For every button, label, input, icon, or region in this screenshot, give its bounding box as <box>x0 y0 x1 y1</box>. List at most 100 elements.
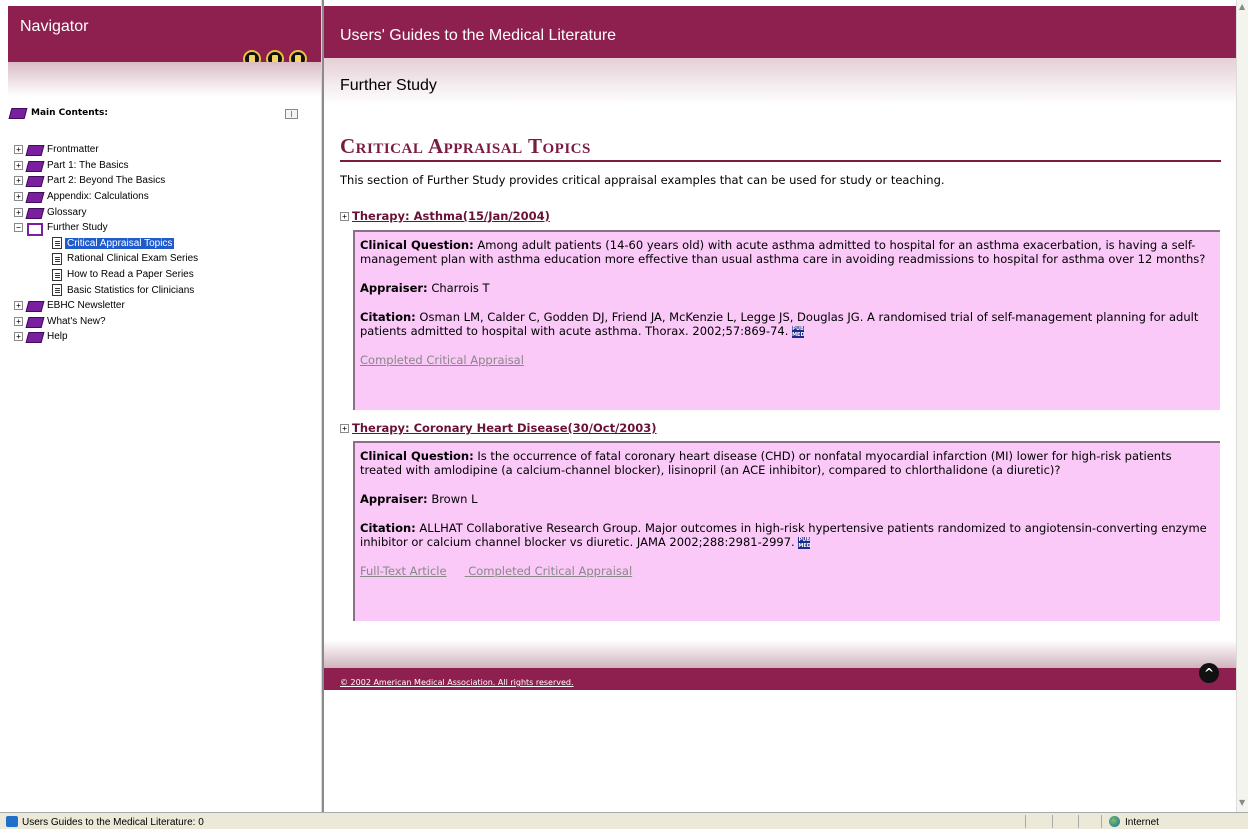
navigator-gradient <box>8 62 321 96</box>
expand-icon[interactable]: + <box>14 207 23 217</box>
pubmed-icon[interactable]: PUB MED <box>798 537 811 549</box>
book-icon <box>27 191 42 202</box>
page-icon <box>52 237 62 250</box>
tree-item-label[interactable]: Basic Statistics for Clinicians <box>65 285 196 296</box>
citation: Citation: Osman LM, Calder C, Godden DJ,… <box>360 310 1214 338</box>
expand-icon[interactable]: + <box>14 160 23 170</box>
section-band <box>324 58 1237 104</box>
appraiser: Appraiser: Charrois T <box>360 281 1214 295</box>
topic-link[interactable]: Therapy: Asthma(15/Jan/2004) <box>352 209 550 223</box>
tree-item-label[interactable]: How to Read a Paper Series <box>65 269 196 280</box>
security-zone-label: Internet <box>1125 817 1159 828</box>
tree-item-help[interactable]: + Help <box>14 329 200 345</box>
heading-divider <box>340 160 1221 162</box>
completed-appraisal-link[interactable]: Completed Critical Appraisal <box>360 353 524 367</box>
tree-item-frontmatter[interactable]: + Frontmatter <box>14 142 200 158</box>
intro-text: This section of Further Study provides c… <box>340 173 945 187</box>
footer: © 2002 American Medical Association. All… <box>324 668 1237 690</box>
tree-item-label[interactable]: Frontmatter <box>45 144 101 155</box>
internet-globe-icon <box>1109 816 1120 827</box>
tree-item-basic-statistics[interactable]: Basic Statistics for Clinicians <box>14 282 200 298</box>
page-icon <box>52 268 62 281</box>
field-label: Clinical Question: <box>360 238 474 252</box>
status-divider <box>1101 815 1102 828</box>
tree-item-label[interactable]: Appendix: Calculations <box>45 191 151 202</box>
navigator-frame: Navigator Main Contents: + Frontmatter +… <box>0 0 321 812</box>
topic-link[interactable]: Therapy: Coronary Heart Disease(30/Oct/2… <box>352 421 657 435</box>
clinical-question: Clinical Question: Among adult patients … <box>360 238 1214 266</box>
content-header: Users' Guides to the Medical Literature <box>324 6 1237 58</box>
appraiser: Appraiser: Brown L <box>360 492 1214 506</box>
book-title: Users' Guides to the Medical Literature <box>340 27 617 44</box>
field-label: Clinical Question: <box>360 449 474 463</box>
field-label: Citation: <box>360 310 416 324</box>
tree-item-whats-new[interactable]: + What's New? <box>14 314 200 330</box>
table-of-contents-tree: + Frontmatter + Part 1: The Basics + Par… <box>14 142 200 345</box>
field-label: Appraiser: <box>360 492 428 506</box>
navigator-header: Navigator <box>8 6 321 68</box>
collapse-icon[interactable]: − <box>14 223 23 233</box>
field-value: Osman LM, Calder C, Godden DJ, Friend JA… <box>360 310 1199 338</box>
vertical-scrollbar[interactable]: ▲ ▼ <box>1236 0 1248 812</box>
tree-item-label[interactable]: Help <box>45 331 70 342</box>
main-contents-title: Main Contents: <box>31 107 108 118</box>
pubmed-icon[interactable]: PUB MED <box>792 326 805 338</box>
expand-icon[interactable]: + <box>14 316 23 326</box>
tree-item-part-1[interactable]: + Part 1: The Basics <box>14 158 200 174</box>
tree-item-part-2[interactable]: + Part 2: Beyond The Basics <box>14 173 200 189</box>
field-value: Brown L <box>431 492 478 506</box>
book-icon <box>27 331 42 342</box>
sync-toc-icon[interactable] <box>285 109 298 119</box>
tree-item-label[interactable]: Part 2: Beyond The Basics <box>45 175 167 186</box>
field-label: Appraiser: <box>360 281 428 295</box>
expand-icon[interactable]: + <box>14 192 23 202</box>
status-divider <box>1078 815 1079 828</box>
tree-item-further-study[interactable]: − Further Study <box>14 220 200 237</box>
copyright-link[interactable]: © 2002 American Medical Association. All… <box>340 678 574 687</box>
book-icon <box>27 207 42 218</box>
book-icon <box>27 300 42 311</box>
expand-icon[interactable]: + <box>14 332 23 342</box>
tree-item-critical-appraisal-topics[interactable]: Critical Appraisal Topics <box>14 236 200 252</box>
tree-item-label[interactable]: EBHC Newsletter <box>45 300 127 311</box>
tree-item-glossary[interactable]: + Glossary <box>14 204 200 220</box>
book-icon <box>27 316 42 327</box>
expand-icon[interactable]: + <box>340 211 349 221</box>
footer-gradient <box>324 640 1237 668</box>
back-to-top-icon[interactable]: ^ <box>1199 663 1219 683</box>
completed-appraisal-link[interactable]: Completed Critical Appraisal <box>468 564 632 578</box>
citation: Citation: ALLHAT Collaborative Research … <box>360 521 1214 549</box>
tree-item-label[interactable]: Critical Appraisal Topics <box>65 237 175 249</box>
tree-item-appendix[interactable]: + Appendix: Calculations <box>14 189 200 205</box>
topic-header-chd[interactable]: + Therapy: Coronary Heart Disease(30/Oct… <box>340 421 657 435</box>
tree-item-ebhc-newsletter[interactable]: + EBHC Newsletter <box>14 298 200 314</box>
scroll-up-icon[interactable]: ▲ <box>1239 2 1245 11</box>
tree-item-label[interactable]: Glossary <box>45 207 88 218</box>
tree-item-how-to-read-a-paper[interactable]: How to Read a Paper Series <box>14 267 200 283</box>
expand-icon[interactable]: + <box>14 176 23 186</box>
book-icon <box>27 144 42 155</box>
page-icon <box>6 816 18 827</box>
expand-icon[interactable]: + <box>14 145 23 155</box>
scroll-down-icon[interactable]: ▼ <box>1239 798 1245 807</box>
field-value: ALLHAT Collaborative Research Group. Maj… <box>360 521 1207 549</box>
full-text-link[interactable]: Full-Text Article <box>360 564 447 578</box>
book-icon <box>27 160 42 171</box>
navigator-title: Navigator <box>20 18 89 35</box>
tree-item-rational-clinical-exam[interactable]: Rational Clinical Exam Series <box>14 251 200 267</box>
open-book-icon <box>27 222 43 237</box>
tree-item-label[interactable]: Rational Clinical Exam Series <box>65 253 200 264</box>
book-icon <box>27 175 42 186</box>
tree-item-label[interactable]: Part 1: The Basics <box>45 160 131 171</box>
tree-item-label[interactable]: Further Study <box>45 222 110 233</box>
expand-icon[interactable]: + <box>14 301 23 311</box>
clinical-question: Clinical Question: Is the occurrence of … <box>360 449 1214 477</box>
topic-header-asthma[interactable]: + Therapy: Asthma(15/Jan/2004) <box>340 209 550 223</box>
main-contents-header: Main Contents: <box>10 107 108 118</box>
page-title: Critical Appraisal Topics <box>340 134 591 158</box>
field-value: Among adult patients (14-60 years old) w… <box>360 238 1206 266</box>
section-title: Further Study <box>340 77 437 94</box>
tree-item-label[interactable]: What's New? <box>45 316 108 327</box>
expand-icon[interactable]: + <box>340 423 349 433</box>
card-links: Completed Critical Appraisal <box>360 353 1214 367</box>
